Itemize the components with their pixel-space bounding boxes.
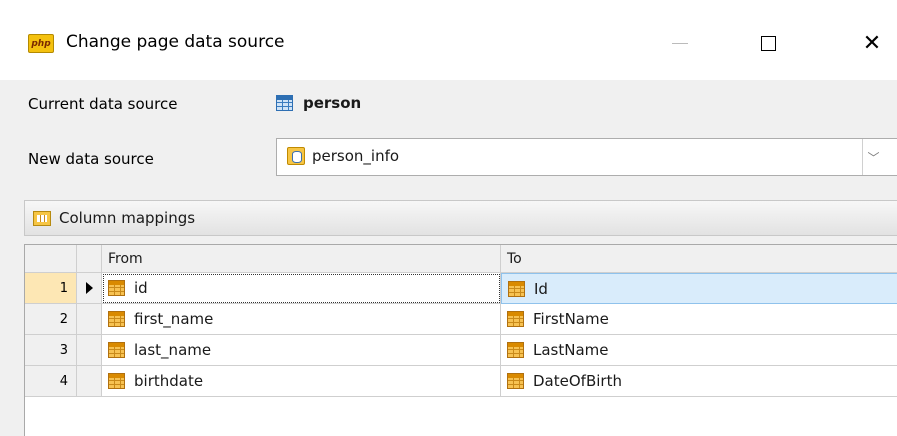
column-mappings-header[interactable]: Column mappings — [24, 200, 897, 236]
field-icon — [108, 311, 125, 327]
row-number: 3 — [25, 335, 77, 366]
from-field-name: birthdate — [134, 372, 204, 390]
table-icon — [276, 95, 293, 111]
to-cell[interactable]: Id — [501, 273, 897, 304]
current-data-source-value: person — [276, 94, 361, 112]
from-field-name: id — [134, 279, 148, 297]
maximize-button[interactable] — [744, 22, 792, 64]
to-cell[interactable]: FirstName — [501, 304, 897, 335]
to-cell[interactable]: LastName — [501, 335, 897, 366]
row-indicator — [77, 366, 102, 397]
new-data-source-text: person_info — [312, 147, 400, 165]
grid-header-row: From To — [25, 245, 897, 273]
field-icon — [108, 342, 125, 358]
chevron-down-icon[interactable]: ﹀ — [862, 139, 884, 175]
row-indicator — [77, 335, 102, 366]
from-field-name: first_name — [134, 310, 214, 328]
field-icon — [108, 373, 125, 389]
new-data-source-label: New data source — [28, 150, 154, 168]
current-data-source-label: Current data source — [28, 95, 178, 113]
close-icon: ✕ — [862, 30, 882, 56]
indicator-header — [77, 245, 102, 273]
php-app-icon: php — [28, 34, 54, 53]
from-cell[interactable]: id — [102, 273, 501, 304]
new-data-source-select[interactable]: person_info ﹀ — [276, 138, 897, 176]
row-number: 1 — [25, 273, 77, 304]
from-cell[interactable]: birthdate — [102, 366, 501, 397]
database-icon — [287, 147, 305, 165]
to-cell[interactable]: DateOfBirth — [501, 366, 897, 397]
window-title: Change page data source — [66, 32, 285, 52]
table-row[interactable]: 4 birthdate DateOfBirth — [25, 366, 897, 397]
table-row[interactable]: 2 first_name FirstName — [25, 304, 897, 335]
current-row-arrow-icon — [85, 282, 93, 294]
column-mappings-label: Column mappings — [59, 209, 196, 227]
to-field-name: DateOfBirth — [533, 372, 622, 390]
from-column-header[interactable]: From — [102, 245, 501, 273]
row-number: 4 — [25, 366, 77, 397]
field-icon — [108, 280, 125, 296]
close-button[interactable]: ✕ — [848, 22, 896, 64]
field-icon — [507, 373, 524, 389]
row-indicator — [77, 304, 102, 335]
to-column-header[interactable]: To — [501, 245, 897, 273]
mappings-grid: From To 1 id Id 2 first_name FirstName 3… — [24, 244, 897, 436]
row-number-header — [25, 245, 77, 273]
row-indicator — [77, 273, 102, 304]
title-bar: php Change page data source ✕ — [0, 0, 897, 90]
to-field-name: LastName — [533, 341, 609, 359]
field-icon — [508, 280, 525, 297]
maximize-icon — [760, 35, 776, 51]
current-data-source-text: person — [303, 94, 362, 112]
dialog-body: Current data source person New data sour… — [0, 80, 897, 436]
table-row[interactable]: 1 id Id — [25, 273, 897, 304]
minimize-button[interactable] — [656, 22, 704, 64]
field-icon — [507, 342, 524, 358]
field-icon — [507, 311, 524, 327]
minimize-icon — [672, 42, 688, 44]
table-row[interactable]: 3 last_name LastName — [25, 335, 897, 366]
from-cell[interactable]: last_name — [102, 335, 501, 366]
row-number: 2 — [25, 304, 77, 335]
from-cell[interactable]: first_name — [102, 304, 501, 335]
from-field-name: last_name — [134, 341, 212, 359]
mappings-icon — [33, 210, 51, 226]
to-field-name: FirstName — [533, 310, 609, 328]
to-field-name: Id — [534, 279, 548, 298]
